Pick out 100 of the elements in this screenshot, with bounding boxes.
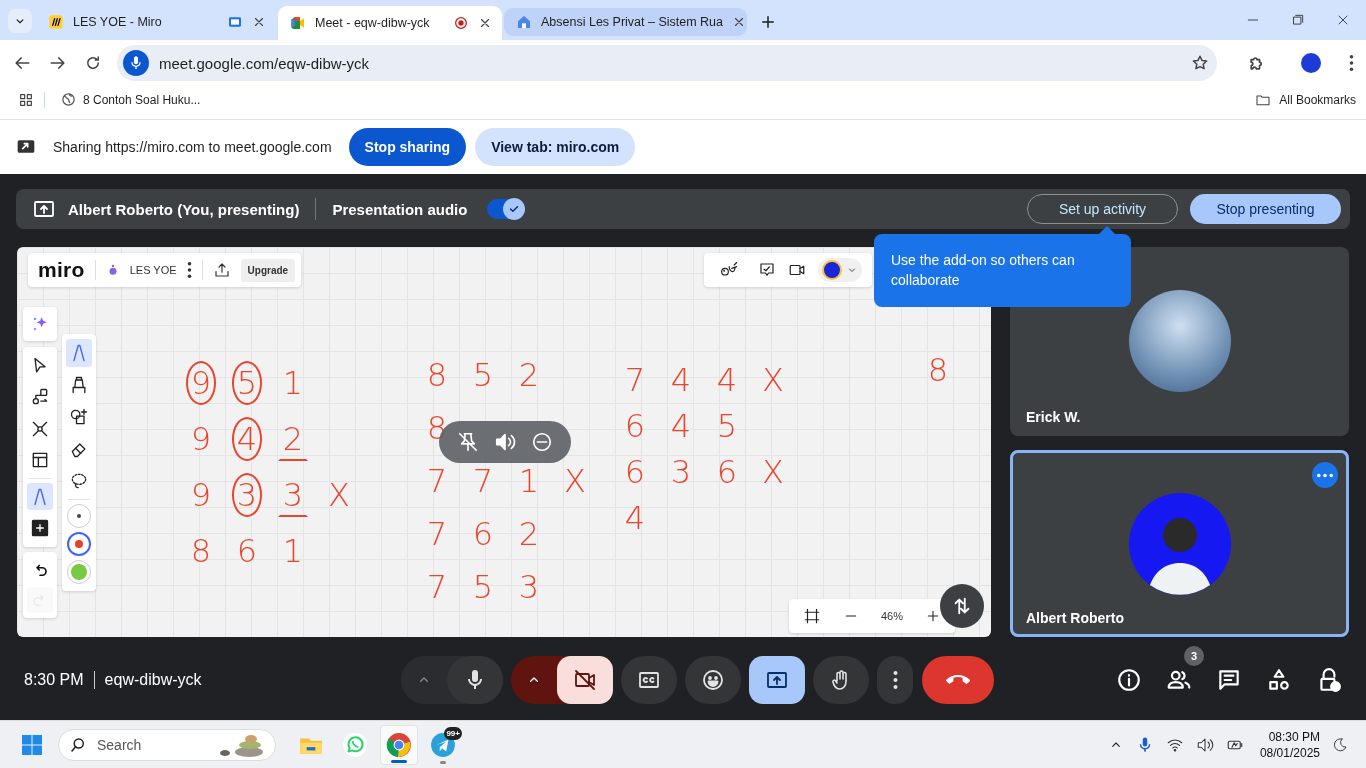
plus-icon: [30, 518, 50, 539]
hand-button[interactable]: [813, 656, 869, 704]
handwritten-text: X: [327, 475, 351, 516]
browser-tab[interactable]: LES YOE - Miro: [36, 8, 276, 36]
handwritten-text: 6: [623, 452, 647, 493]
volume-icon[interactable]: [494, 431, 516, 453]
recording-icon: [453, 15, 469, 31]
zoom-in-icon[interactable]: [925, 608, 941, 624]
tooltip: Use the add-on so others can collaborate: [874, 234, 1131, 307]
upgrade-button[interactable]: Upgrade: [240, 258, 296, 282]
handwritten-text: 3: [517, 566, 541, 608]
taskbar-app[interactable]: [380, 724, 418, 765]
meeting-time: 8:30 PM: [24, 671, 84, 689]
handwritten-text: X: [563, 460, 587, 502]
more-icon: [892, 671, 898, 689]
participant-tile[interactable]: Albert Roberto: [1010, 450, 1349, 637]
miro-logo[interactable]: miro: [38, 258, 85, 282]
handwritten-text: 9: [185, 361, 217, 405]
comment-icon[interactable]: [758, 261, 776, 279]
windows-logo-icon[interactable]: [20, 732, 44, 757]
house-icon: [516, 14, 532, 30]
new-tab-icon[interactable]: [759, 13, 777, 31]
unpin-icon[interactable]: [456, 431, 479, 453]
presenter-label: Albert Roberto (You, presenting): [68, 200, 300, 218]
more-icon: [1317, 472, 1333, 478]
handwritten-text: 4: [231, 417, 263, 461]
handwritten-text: 5: [471, 354, 495, 396]
mic-icon: [128, 55, 144, 71]
chat-bubble-icon: [342, 731, 368, 758]
reload-icon[interactable]: [84, 54, 102, 72]
remove-icon[interactable]: [531, 431, 554, 453]
stop-sharing-button[interactable]: Stop sharing: [348, 128, 467, 166]
handwritten-text: 5: [715, 406, 739, 447]
handwritten-text: 4: [715, 360, 739, 401]
bookmark-star-icon[interactable]: [1191, 54, 1210, 72]
board-name[interactable]: LES YOE: [129, 264, 177, 276]
taskbar-app[interactable]: 99+: [424, 724, 462, 765]
handwritten-text: 7: [623, 360, 647, 401]
fit-icon[interactable]: [802, 607, 821, 625]
browser-tab[interactable]: Meet - eqw-dibw-yck: [278, 6, 502, 40]
present-button[interactable]: [749, 656, 805, 704]
all-bookmarks-button[interactable]: All Bookmarks: [1255, 91, 1366, 108]
swap-button[interactable]: [940, 584, 984, 628]
close-icon[interactable]: [478, 16, 492, 30]
color-swatch[interactable]: [67, 532, 91, 556]
activities-icon[interactable]: [1266, 667, 1292, 693]
person-silhouette-icon: [1128, 493, 1231, 595]
menu-icon[interactable]: [1349, 55, 1354, 71]
handwritten-text: 2: [517, 354, 541, 396]
view-tab-button[interactable]: View tab: miro.com: [475, 128, 636, 166]
bookmark-link[interactable]: 8 Contoh Soal Huku...: [61, 92, 201, 107]
handwritten-text: 6: [623, 406, 647, 447]
handwritten-text: 2: [517, 513, 541, 555]
handwritten-text: 8: [425, 354, 449, 396]
handwritten-text: 7: [425, 513, 449, 555]
handwritten-text: 8: [926, 350, 950, 391]
screen-icon: [227, 14, 243, 30]
participant-name: Albert Roberto: [1026, 610, 1124, 626]
clock[interactable]: 08:30 PM 08/01/2025: [1259, 728, 1320, 761]
camera-off-icon: [573, 668, 597, 692]
handwritten-text: 7: [425, 566, 449, 608]
info-icon[interactable]: [1116, 667, 1142, 693]
meeting-code: eqw-dibw-yck: [104, 671, 202, 689]
more-options-button[interactable]: [1312, 462, 1338, 488]
handwritten-text: 6: [235, 531, 259, 572]
user-menu[interactable]: [818, 258, 862, 282]
search-field[interactable]: Search: [58, 728, 276, 761]
handwritten-text: 1: [281, 531, 305, 572]
miro-logo-icon: [48, 14, 64, 30]
apps-icon[interactable]: [18, 91, 34, 108]
handwritten-text: 9: [189, 475, 213, 516]
handwritten-text: 1: [281, 363, 305, 404]
mic-button[interactable]: [447, 656, 503, 704]
share-icon[interactable]: [212, 261, 231, 279]
browser-logo-icon: [386, 731, 412, 758]
more-options-button[interactable]: [877, 656, 913, 704]
handwritten-text: 8: [189, 531, 213, 572]
handwritten-text: 5: [471, 566, 495, 608]
handwritten-text: 4: [669, 406, 693, 447]
more-icon[interactable]: [186, 262, 192, 278]
address-bar[interactable]: meet.google.com/eqw-dibw-yck: [117, 45, 1218, 81]
audio-toggle[interactable]: [487, 199, 524, 219]
browser-tab[interactable]: Absensi Les Privat – Sistem Rua: [504, 8, 747, 36]
leave-call-button[interactable]: [922, 656, 994, 704]
audio-label: Presentation audio: [332, 200, 468, 218]
captions-button[interactable]: [621, 656, 677, 704]
moon-icon[interactable]: [1332, 736, 1348, 753]
handwritten-text: 5: [231, 361, 263, 405]
handwritten-text: X: [761, 360, 785, 401]
maximize-icon[interactable]: [1291, 13, 1305, 27]
profile-avatar[interactable]: [1301, 53, 1321, 73]
handwritten-text: 3: [231, 473, 263, 517]
reactions-button[interactable]: [685, 656, 741, 704]
handwritten-text: 8: [425, 407, 449, 449]
chat-icon[interactable]: [1216, 667, 1242, 693]
emoji-icon: [701, 668, 725, 692]
camera-button[interactable]: [557, 656, 613, 704]
close-icon[interactable]: [252, 15, 266, 29]
stop-presenting-button[interactable]: Stop presenting: [1190, 194, 1341, 224]
handwritten-text: 6: [715, 452, 739, 493]
